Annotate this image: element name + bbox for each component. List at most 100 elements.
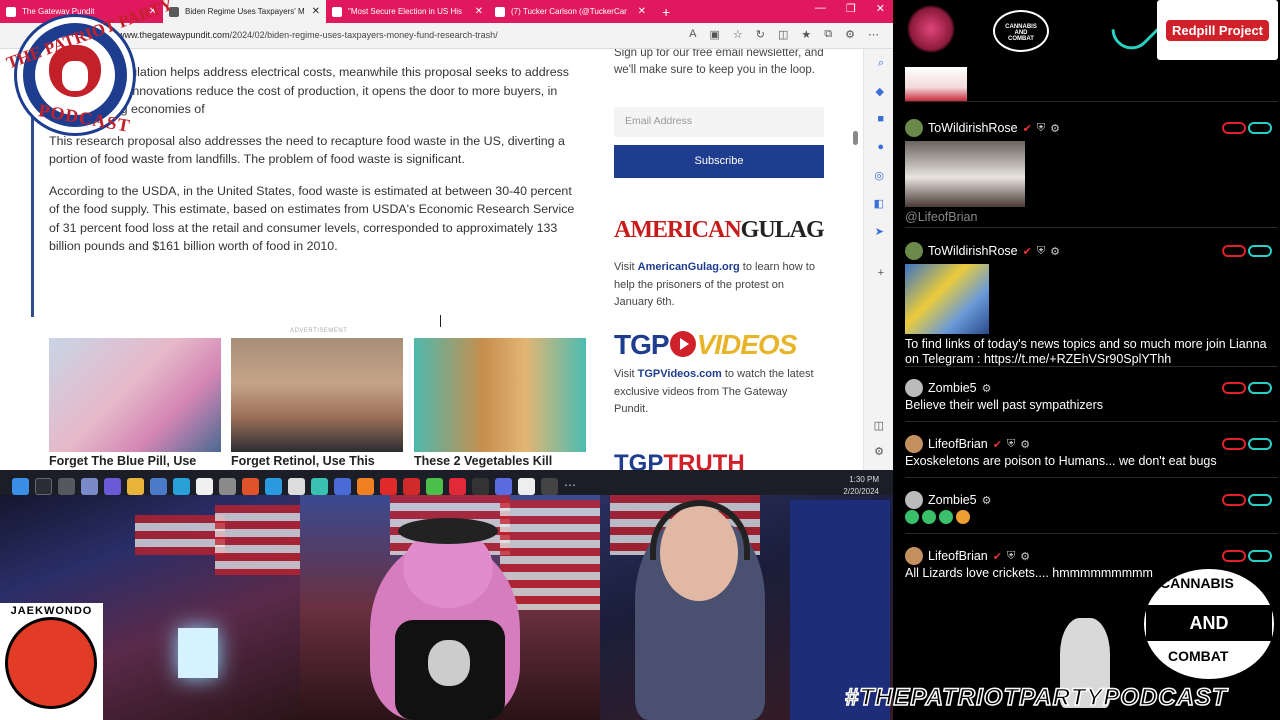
new-tab-icon[interactable]: + [652,4,680,20]
close-icon[interactable]: ✕ [638,6,646,17]
sidebar-toggle-icon[interactable]: ◫ [874,419,884,432]
chat-username[interactable]: ToWildirishRose [928,244,1018,258]
ad-headline[interactable]: Forget The Blue Pill, Use [49,454,196,468]
split-screen-icon[interactable]: ◫ [778,28,788,41]
shopping-icon[interactable]: ◆ [876,85,884,98]
settings-gear-icon[interactable]: ⚙ [982,382,992,395]
chat-message: ToWildirishRose ✔ ⛨ ⚙ To find links of t… [905,241,1278,367]
app-icon[interactable] [311,477,328,495]
chat-red-toggle[interactable] [1222,382,1246,394]
tools-icon[interactable]: ■ [877,113,884,125]
chat-cyan-toggle[interactable] [1248,245,1272,257]
favorite-star-icon[interactable]: ☆ [733,28,743,41]
brave-icon[interactable] [242,477,259,495]
subscribe-button[interactable]: Subscribe [614,145,824,178]
tgp-truth-logo[interactable]: TGPTRUTH [614,450,745,470]
chat-username[interactable]: LifeofBrian [928,549,988,563]
settings-gear-icon[interactable]: ⚙ [1050,122,1060,135]
chat-username[interactable]: Zombie5 [928,381,977,395]
chat-cyan-toggle[interactable] [1248,550,1272,562]
start-icon[interactable] [12,477,29,495]
people-icon[interactable]: ● [877,141,884,153]
steam-icon[interactable] [150,477,167,495]
app-icon[interactable] [495,477,512,495]
telegram-icon[interactable] [265,477,282,495]
chat-cyan-toggle[interactable] [1248,438,1272,450]
chat-red-toggle[interactable] [1222,494,1246,506]
widgets-icon[interactable] [81,477,98,495]
app-icon[interactable] [449,477,466,495]
extensions-icon[interactable]: ⚙ [845,28,855,41]
read-aloud-icon[interactable]: A [689,28,696,41]
zoom-icon[interactable] [334,477,351,495]
more-icon[interactable]: ⋯ [564,478,581,495]
task-view-icon[interactable] [58,477,75,495]
chat-cyan-toggle[interactable] [1248,382,1272,394]
avatar[interactable] [905,119,923,137]
url-field[interactable]: www.thegatewaypundit.com/2024/02/biden-r… [118,30,498,40]
search-icon[interactable] [35,477,52,495]
american-gulag-logo[interactable]: AMERICANGULAG [614,217,825,244]
refresh-icon[interactable]: ↻ [756,28,765,41]
file-explorer-icon[interactable] [127,477,144,495]
chat-red-toggle[interactable] [1222,122,1246,134]
minimize-icon[interactable]: — [815,2,826,15]
ad-headline[interactable]: These 2 Vegetables Kill [414,454,552,468]
vlc-icon[interactable] [357,477,374,495]
outlook-icon[interactable]: ◧ [874,197,884,210]
tgp-videos-logo[interactable]: TGP VIDEOS [614,329,797,361]
app-icon[interactable] [541,477,558,495]
close-window-icon[interactable]: ✕ [876,2,885,15]
ad-image[interactable] [49,338,221,452]
ad-headline[interactable]: Forget Retinol, Use This [231,454,375,468]
edge-icon[interactable] [173,477,190,495]
app-icon[interactable]: ▣ [709,28,719,41]
american-gulag-link[interactable]: AmericanGulag.org [638,261,740,273]
obs-icon[interactable] [288,477,305,495]
close-icon[interactable]: ✕ [475,6,483,17]
obs-studio-icon[interactable] [472,477,489,495]
chat-red-toggle[interactable] [1222,438,1246,450]
office-icon[interactable]: ◎ [874,169,884,182]
restore-icon[interactable]: ❐ [846,2,856,15]
ad-image[interactable] [231,338,403,452]
avatar[interactable] [905,379,923,397]
close-icon[interactable]: ✕ [312,6,320,17]
store-icon[interactable] [196,477,213,495]
app-icon[interactable] [518,477,535,495]
settings-icon[interactable] [219,477,236,495]
settings-gear-icon[interactable]: ⚙ [1050,245,1060,258]
send-icon[interactable]: ➤ [875,225,884,238]
tab-tucker-carlson[interactable]: (7) Tucker Carlson (@TuckerCar ✕ [489,0,652,23]
avatar[interactable] [905,242,923,260]
avatar[interactable] [905,435,923,453]
tgp-videos-link[interactable]: TGPVideos.com [638,368,722,380]
settings-gear-icon[interactable]: ⚙ [1020,438,1030,451]
chat-cyan-toggle[interactable] [1248,122,1272,134]
scrollbar-thumb[interactable] [853,131,858,145]
settings-gear-icon[interactable]: ⚙ [982,494,992,507]
settings-icon[interactable]: ⚙ [874,445,884,458]
chat-cyan-toggle[interactable] [1248,494,1272,506]
rumble-icon[interactable] [426,477,443,495]
chat-username[interactable]: Zombie5 [928,493,977,507]
more-menu-icon[interactable]: ⋯ [868,28,879,41]
teams-icon[interactable] [104,477,121,495]
tab-biden-regime[interactable]: Biden Regime Uses Taxpayers' M ✕ [163,0,326,23]
chat-username[interactable]: ToWildirishRose [928,121,1018,135]
chat-username[interactable]: LifeofBrian [928,437,988,451]
youtube-icon[interactable] [380,477,397,495]
tab-most-secure-election[interactable]: "Most Secure Election in US His ✕ [326,0,489,23]
settings-gear-icon[interactable]: ⚙ [1020,550,1030,563]
ad-image[interactable] [414,338,586,452]
avatar[interactable] [905,491,923,509]
opera-icon[interactable] [403,477,420,495]
add-icon[interactable]: + [878,267,884,279]
chat-red-toggle[interactable] [1222,550,1246,562]
email-input[interactable]: Email Address [614,107,824,137]
favorites-icon[interactable]: ★ [801,28,811,41]
search-icon[interactable]: ⌕ [878,57,884,70]
collections-icon[interactable]: ⧉ [824,28,832,41]
chat-red-toggle[interactable] [1222,245,1246,257]
avatar[interactable] [905,547,923,565]
